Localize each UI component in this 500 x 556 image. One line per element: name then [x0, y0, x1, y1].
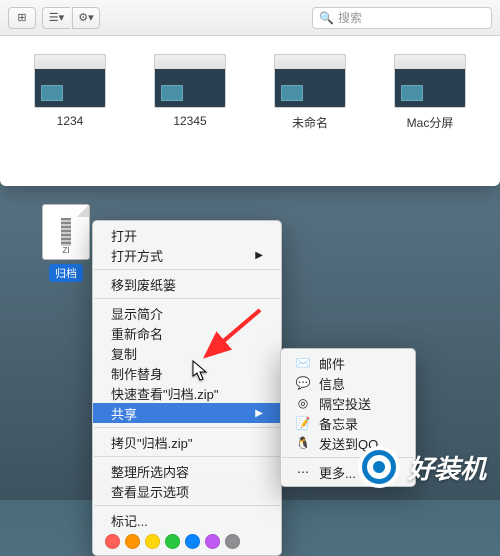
video-thumbnail — [34, 54, 106, 108]
menu-quick-look[interactable]: 快速查看"归档.zip" — [93, 383, 281, 403]
submenu-messages[interactable]: 💬信息 — [281, 373, 415, 393]
watermark-logo-icon — [358, 446, 400, 488]
messages-icon: 💬 — [295, 375, 311, 391]
view-mode-group: ⊞ — [8, 7, 36, 29]
file-label: Mac分屏 — [407, 114, 454, 131]
chevron-right-icon: ▶ — [255, 408, 263, 419]
watermark-text: 好装机 — [408, 449, 486, 486]
chevron-right-icon: ▶ — [255, 250, 263, 261]
file-item[interactable]: Mac分屏 — [394, 54, 466, 131]
submenu-mail[interactable]: ✉️邮件 — [281, 353, 415, 373]
file-item[interactable]: 1234 — [34, 54, 106, 131]
more-icon: ⋯ — [295, 464, 311, 480]
mail-icon: ✉️ — [295, 355, 311, 371]
menu-open-with[interactable]: 打开方式▶ — [93, 245, 281, 265]
menu-clean-up[interactable]: 整理所选内容 — [93, 461, 281, 481]
selected-file-label: 归档 — [49, 264, 83, 282]
tag-blue[interactable] — [185, 534, 200, 549]
menu-share[interactable]: 共享▶ — [93, 403, 281, 423]
tag-red[interactable] — [105, 534, 120, 549]
action-button[interactable]: ⚙▾ — [72, 7, 100, 29]
finder-window: ⊞ ☰▾ ⚙▾ 🔍 搜索 1234 12345 未命名 Mac分屏 — [0, 0, 500, 186]
search-icon: 🔍 — [319, 11, 334, 25]
file-label: 12345 — [173, 114, 206, 128]
search-input[interactable]: 🔍 搜索 — [312, 7, 492, 29]
video-thumbnail — [154, 54, 226, 108]
context-menu: 打开 打开方式▶ 移到废纸篓 显示简介 重新命名 复制 制作替身 快速查看"归档… — [92, 220, 282, 556]
notes-icon: 📝 — [295, 415, 311, 431]
menu-separator — [94, 269, 280, 270]
tag-gray[interactable] — [225, 534, 240, 549]
file-grid: 1234 12345 未命名 Mac分屏 — [0, 36, 500, 141]
watermark: 好装机 — [358, 446, 486, 488]
menu-separator — [94, 298, 280, 299]
tag-orange[interactable] — [125, 534, 140, 549]
tag-purple[interactable] — [205, 534, 220, 549]
zip-file-icon: ZI — [42, 204, 90, 260]
view-icon-button[interactable]: ⊞ — [8, 7, 36, 29]
finder-toolbar: ⊞ ☰▾ ⚙▾ 🔍 搜索 — [0, 0, 500, 36]
menu-get-info[interactable]: 显示简介 — [93, 303, 281, 323]
file-item[interactable]: 未命名 — [274, 54, 346, 131]
file-label: 未命名 — [292, 114, 328, 131]
video-thumbnail — [394, 54, 466, 108]
qq-icon: 🐧 — [295, 435, 311, 451]
arrange-group: ☰▾ ⚙▾ — [42, 7, 100, 29]
arrange-button[interactable]: ☰▾ — [42, 7, 70, 29]
menu-open[interactable]: 打开 — [93, 225, 281, 245]
selected-zip-file[interactable]: ZI 归档 — [42, 204, 90, 282]
airdrop-icon: ◎ — [295, 395, 311, 411]
menu-alias[interactable]: 制作替身 — [93, 363, 281, 383]
file-label: 1234 — [57, 114, 84, 128]
menu-copy-item[interactable]: 拷贝"归档.zip" — [93, 432, 281, 452]
search-placeholder: 搜索 — [338, 9, 362, 26]
menu-separator — [94, 456, 280, 457]
menu-copy[interactable]: 复制 — [93, 343, 281, 363]
tag-green[interactable] — [165, 534, 180, 549]
cursor-pointer-icon — [192, 360, 210, 387]
tag-yellow[interactable] — [145, 534, 160, 549]
file-item[interactable]: 12345 — [154, 54, 226, 131]
submenu-airdrop[interactable]: ◎隔空投送 — [281, 393, 415, 413]
menu-separator — [94, 505, 280, 506]
menu-separator — [94, 427, 280, 428]
tag-color-row — [93, 530, 281, 551]
menu-rename[interactable]: 重新命名 — [93, 323, 281, 343]
menu-trash[interactable]: 移到废纸篓 — [93, 274, 281, 294]
video-thumbnail — [274, 54, 346, 108]
submenu-notes[interactable]: 📝备忘录 — [281, 413, 415, 433]
menu-tags[interactable]: 标记... — [93, 510, 281, 530]
menu-view-options[interactable]: 查看显示选项 — [93, 481, 281, 501]
